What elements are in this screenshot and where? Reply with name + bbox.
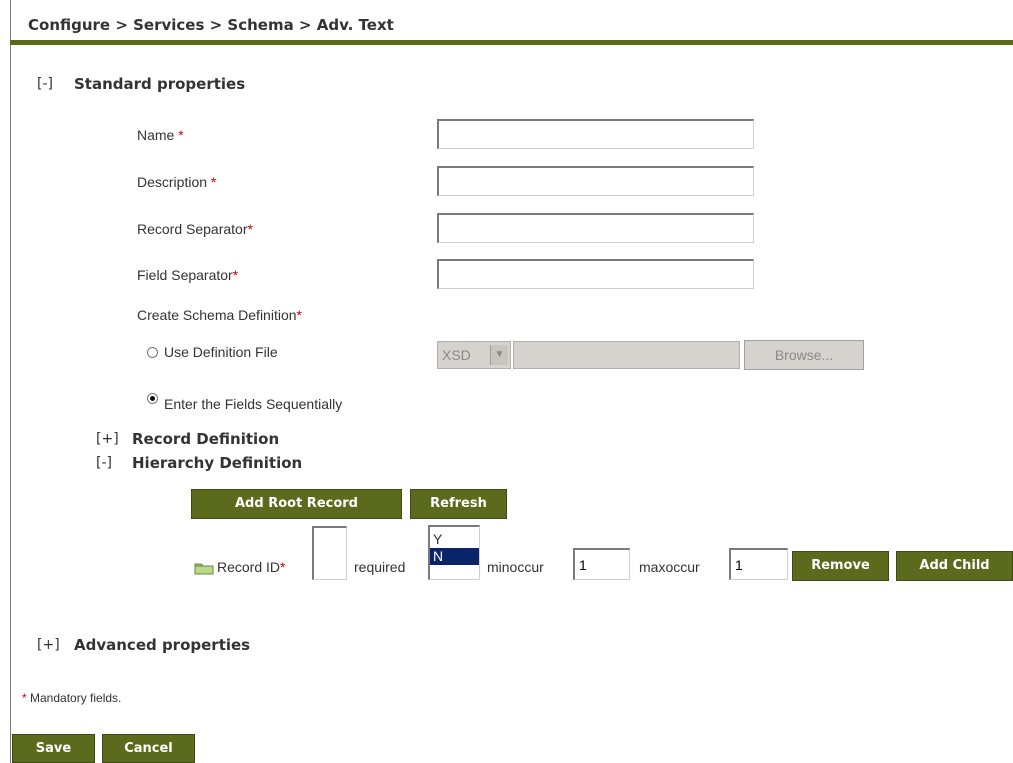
definition-file-type-value: XSD xyxy=(442,347,471,363)
record-definition-toggle[interactable]: [+] xyxy=(96,431,119,447)
required-label: required xyxy=(354,559,406,575)
remove-button[interactable]: Remove xyxy=(792,551,889,581)
record-separator-field[interactable] xyxy=(437,213,754,243)
description-label: Description * xyxy=(137,174,217,190)
field-separator-label: Field Separator* xyxy=(137,267,239,283)
maxoccur-field[interactable] xyxy=(729,548,788,580)
refresh-button[interactable]: Refresh xyxy=(410,489,507,519)
enter-fields-sequentially-radio[interactable] xyxy=(147,393,158,404)
add-child-button[interactable]: Add Child xyxy=(896,551,1013,581)
record-definition-title: Record Definition xyxy=(132,430,280,448)
required-option-n[interactable]: N xyxy=(430,548,479,565)
save-button[interactable]: Save xyxy=(12,734,95,763)
required-option-y[interactable]: Y xyxy=(430,531,479,548)
browse-button: Browse... xyxy=(744,340,864,370)
header-divider xyxy=(10,40,1013,45)
hierarchy-definition-title: Hierarchy Definition xyxy=(132,454,303,472)
standard-properties-toggle[interactable]: [-] xyxy=(37,76,53,92)
breadcrumb: Configure > Services > Schema > Adv. Tex… xyxy=(28,16,394,34)
definition-file-type-select: XSD ▼ xyxy=(437,341,511,369)
cancel-button[interactable]: Cancel xyxy=(102,734,195,763)
description-field[interactable] xyxy=(437,166,754,196)
mandatory-fields-note: * Mandatory fields. xyxy=(22,691,122,705)
advanced-properties-toggle[interactable]: [+] xyxy=(37,637,60,653)
field-separator-field[interactable] xyxy=(437,259,754,289)
chevron-down-icon: ▼ xyxy=(490,345,508,365)
use-definition-file-label: Use Definition File xyxy=(164,344,278,360)
record-id-field[interactable] xyxy=(312,526,347,580)
minoccur-label: minoccur xyxy=(487,559,544,575)
folder-icon xyxy=(194,561,214,575)
required-listbox[interactable]: Y N xyxy=(428,525,480,580)
schema-definition-label: Create Schema Definition* xyxy=(137,307,302,323)
advanced-properties-title: Advanced properties xyxy=(74,636,251,654)
add-root-record-button[interactable]: Add Root Record xyxy=(191,489,402,519)
minoccur-field[interactable] xyxy=(573,548,630,580)
hierarchy-definition-toggle[interactable]: [-] xyxy=(96,455,112,471)
standard-properties-title: Standard properties xyxy=(74,75,246,93)
left-border xyxy=(10,0,11,763)
record-id-label: Record ID* xyxy=(217,559,286,575)
name-label: Name * xyxy=(137,127,184,143)
use-definition-file-radio[interactable] xyxy=(147,347,158,358)
definition-file-path-field xyxy=(513,341,740,369)
name-field[interactable] xyxy=(437,119,754,149)
record-separator-label: Record Separator* xyxy=(137,221,253,237)
maxoccur-label: maxoccur xyxy=(639,559,700,575)
enter-fields-sequentially-label: Enter the Fields Sequentially xyxy=(164,396,343,412)
